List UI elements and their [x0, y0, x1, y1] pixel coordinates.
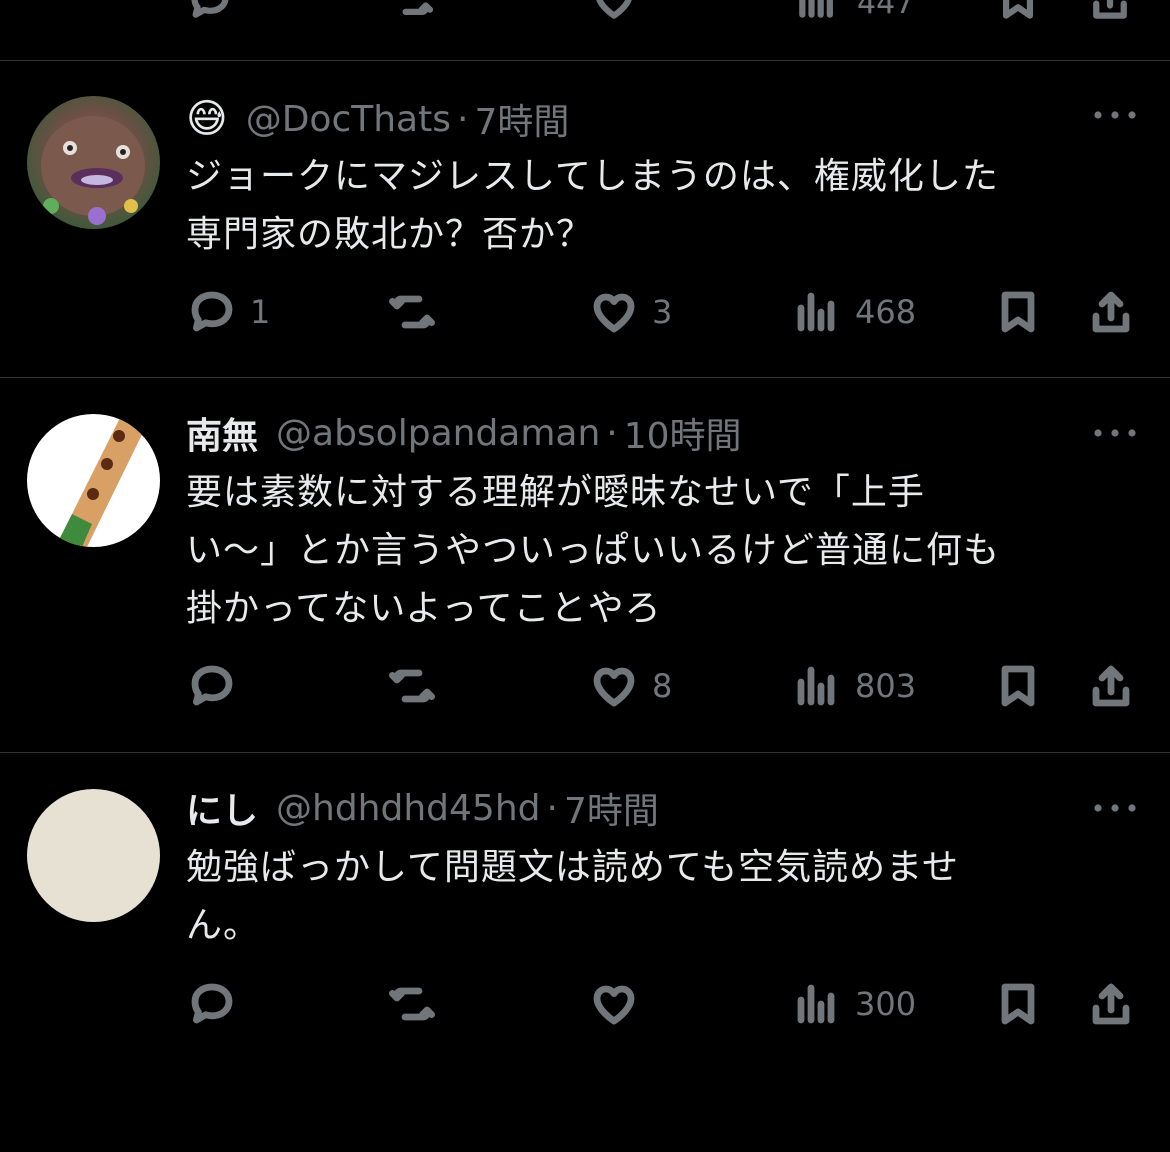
heart-icon [593, 293, 635, 333]
tweet-item[interactable]: 南無 @absolpandaman · 10時間 要は素数に対する理解が曖昧なせ… [0, 378, 1170, 753]
views-button[interactable]: 803 [793, 656, 916, 716]
reply-button[interactable] [188, 656, 250, 716]
avatar-image [57, 414, 152, 547]
tweet-header: 南無 @absolpandaman · 10時間 [186, 408, 742, 458]
user-handle[interactable]: @absolpandaman [276, 413, 600, 454]
more-dots-icon[interactable] [1092, 105, 1138, 125]
views-bar-chart-icon [797, 292, 835, 332]
like-count: 8 [652, 667, 673, 705]
retweet-icon[interactable] [390, 0, 434, 22]
reply-count: 1 [250, 293, 271, 331]
retweet-button[interactable] [388, 282, 450, 342]
reply-button[interactable] [188, 974, 250, 1034]
like-count: 3 [652, 293, 673, 331]
heart-icon [593, 985, 635, 1025]
share-button[interactable] [1087, 974, 1135, 1034]
views-count: 468 [855, 293, 917, 331]
name-emoji: 😅 [186, 96, 228, 142]
display-name[interactable]: にし [186, 782, 258, 834]
tweet-text-line: ん。 [186, 905, 261, 946]
user-handle[interactable]: @DocThats [246, 99, 451, 140]
tweet-text-line: 専門家の敗北か？否か？ [186, 214, 594, 255]
reply-icon [191, 291, 233, 332]
separator-dot: · [606, 412, 618, 454]
tweet-text-line: 掛かってないよってことやろ [186, 588, 662, 629]
display-name[interactable]: 南無 [186, 407, 258, 459]
views-count: 300 [855, 985, 917, 1023]
tweet-text-line: 要は素数に対する理解が曖昧なせいで「上手 [186, 472, 925, 513]
tweet-actions: 1 3 468 [0, 282, 1170, 342]
more-dots-icon[interactable] [1092, 423, 1138, 443]
views-count: 803 [855, 667, 917, 705]
tweet-text: 要は素数に対する理解が曖昧なせいで「上手 い〜」とか言うやついっぱいいるけど普通… [186, 464, 1126, 638]
like-button[interactable]: 3 [590, 282, 672, 342]
bookmark-button[interactable] [994, 656, 1042, 716]
retweet-icon [389, 987, 435, 1021]
share-button[interactable] [1087, 656, 1135, 716]
bookmark-icon [1001, 983, 1035, 1025]
tweet-actions: 300 [0, 974, 1170, 1034]
bookmark-icon [1001, 665, 1035, 707]
share-icon [1092, 665, 1130, 707]
avatar-image [41, 116, 145, 225]
tweet-text: ジョークにマジレスしてしまうのは、権威化した 専門家の敗北か？否か？ [186, 148, 1126, 264]
more-dots-icon[interactable] [1092, 798, 1138, 818]
like-button[interactable] [590, 974, 652, 1034]
tweet-text-line: ジョークにマジレスしてしまうのは、権威化した [186, 156, 999, 197]
separator-dot: · [546, 787, 558, 829]
timestamp[interactable]: 7時間 [564, 782, 659, 834]
tweet-header: にし @hdhdhd45hd · 7時間 [186, 783, 659, 833]
avatar[interactable] [27, 414, 160, 547]
retweet-button[interactable] [388, 656, 450, 716]
share-button[interactable] [1087, 282, 1135, 342]
separator-dot: · [456, 98, 469, 140]
views-bar-chart-icon [797, 666, 835, 706]
reply-button[interactable]: 1 [188, 282, 270, 342]
share-icon [1092, 983, 1130, 1025]
views-button[interactable]: 300 [793, 974, 916, 1034]
retweet-button[interactable] [388, 974, 450, 1034]
reply-icon[interactable] [188, 0, 232, 22]
retweet-icon [389, 669, 435, 703]
share-icon[interactable] [1088, 0, 1132, 22]
previous-views-count: 447 [857, 0, 915, 21]
tweet-text-line: 勉強ばっかして問題文は読めても空気読めませ [186, 847, 960, 888]
reply-icon [191, 983, 233, 1024]
bookmark-icon [1001, 291, 1035, 333]
bookmark-button[interactable] [994, 282, 1042, 342]
timestamp[interactable]: 10時間 [624, 407, 742, 459]
bookmark-icon[interactable] [996, 0, 1040, 22]
bookmark-button[interactable] [994, 974, 1042, 1034]
tweet-actions: 8 803 [0, 656, 1170, 716]
views-button[interactable]: 468 [793, 282, 916, 342]
tweet-header: 😅 @DocThats · 7時間 [186, 94, 569, 144]
tweet-text-line: い〜」とか言うやついっぱいいるけど普通に何も [186, 530, 1001, 571]
tweet-item[interactable]: にし @hdhdhd45hd · 7時間 勉強ばっかして問題文は読めても空気読め… [0, 753, 1170, 1152]
views-bar-chart-icon [797, 984, 835, 1024]
user-handle[interactable]: @hdhdhd45hd [276, 788, 540, 829]
retweet-icon [389, 295, 435, 329]
heart-icon [593, 667, 635, 707]
views-bar-chart-icon[interactable] [795, 0, 839, 22]
share-icon [1092, 291, 1130, 333]
tweet-text: 勉強ばっかして問題文は読めても空気読めませ ん。 [186, 839, 1126, 955]
tweet-item[interactable]: 😅 @DocThats · 7時間 ジョークにマジレスしてしまうのは、権威化した… [0, 60, 1170, 378]
avatar[interactable] [27, 789, 160, 922]
like-button[interactable]: 8 [590, 656, 672, 716]
reply-icon [191, 665, 233, 706]
avatar[interactable] [27, 96, 160, 229]
heart-icon[interactable] [592, 0, 636, 22]
timestamp[interactable]: 7時間 [474, 93, 569, 145]
previous-tweet-actions: 447 [0, 0, 1170, 61]
